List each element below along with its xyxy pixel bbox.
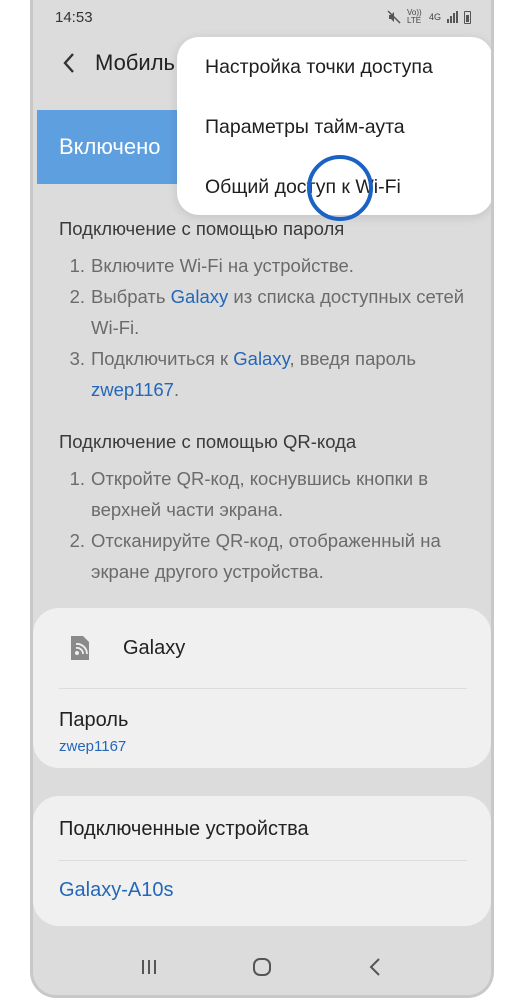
qr-steps: 1. Откройте QR-код, коснувшись кнопки в …: [59, 463, 479, 587]
password-value: zwep1167: [59, 738, 127, 755]
back-arrow-icon[interactable]: [49, 43, 89, 83]
menu-item-wifi-sharing[interactable]: Общий доступ к Wi-Fi: [177, 157, 491, 215]
password-link: zwep1167: [91, 379, 174, 400]
password-section-heading: Подключение с помощью пароля: [59, 218, 345, 239]
step-text-part: Выбрать: [91, 286, 171, 307]
step-text-part: Подключиться к: [91, 348, 234, 369]
password-steps: 1. Включите Wi-Fi на устройстве. 2. Выбр…: [59, 250, 479, 405]
overflow-menu: Настройка точки доступа Параметры тайм-а…: [177, 37, 491, 215]
hotspot-name-row[interactable]: Galaxy: [33, 608, 491, 688]
network-label: 4G: [428, 12, 441, 22]
mute-icon: [387, 10, 401, 24]
step-text: Отсканируйте QR-код, отображенный на экр…: [91, 530, 441, 582]
step-text: Включите Wi-Fi на устройстве.: [91, 255, 354, 276]
mobile-hotspot-icon: [71, 636, 89, 660]
instructions: Подключение с помощью пароля 1. Включите…: [59, 218, 479, 587]
page-title: Мобиль: [95, 50, 175, 75]
step-number: 2.: [69, 530, 85, 551]
network-name-link: Galaxy: [233, 348, 290, 369]
toggle-label: Включено: [59, 134, 161, 159]
home-icon[interactable]: [242, 947, 282, 987]
step-text: Откройте QR-код, коснувшись кнопки в вер…: [91, 468, 429, 520]
list-item: 3. Подключиться к Galaxy, введя пароль z…: [59, 343, 479, 405]
status-time: 14:53: [55, 8, 93, 26]
recent-apps-icon[interactable]: [129, 947, 169, 987]
status-bar: 14:53 Vo)) LTE 4G: [33, 0, 491, 34]
password-label: Пароль: [59, 709, 129, 731]
step-number: 1.: [69, 468, 85, 489]
step-number: 2.: [69, 286, 85, 307]
connected-device-item[interactable]: Galaxy-A10s: [33, 861, 491, 902]
connected-devices-heading: Подключенные устройства: [59, 818, 309, 840]
network-name-link: Galaxy: [170, 286, 229, 307]
step-text: Подключиться к Galaxy, введя пароль zwep…: [91, 343, 479, 405]
step-number: 3.: [69, 348, 85, 369]
qr-section-heading: Подключение с помощью QR-кода: [59, 431, 357, 452]
status-icons: Vo)) LTE 4G: [387, 9, 471, 25]
list-item: 2. Выбрать Galaxy из списка доступных се…: [59, 281, 479, 343]
step-text: Выбрать Galaxy из списка доступных сетей…: [91, 281, 479, 343]
step-text-part: .: [173, 379, 180, 400]
back-nav-icon[interactable]: [355, 947, 395, 987]
step-number: 1.: [69, 255, 85, 276]
signal-icon: [447, 11, 458, 23]
phone-screen: 14:53 Vo)) LTE 4G Мобиль Включено Подклю…: [30, 0, 494, 998]
list-item: 2. Отсканируйте QR-код, отображенный на …: [59, 525, 479, 587]
menu-item-hotspot-setup[interactable]: Настройка точки доступа: [177, 37, 491, 97]
hotspot-name: Galaxy: [123, 636, 186, 659]
connected-devices-card: Подключенные устройства Galaxy-A10s: [33, 796, 491, 926]
navigation-bar: [33, 939, 491, 995]
battery-icon: [464, 10, 471, 24]
step-text-part: , введя пароль: [289, 348, 416, 369]
volte-label: Vo)) LTE: [406, 8, 422, 25]
password-row[interactable]: Пароль zwep1167: [33, 689, 491, 755]
menu-item-timeout-settings[interactable]: Параметры тайм-аута: [177, 97, 491, 157]
hotspot-info-card: Galaxy Пароль zwep1167: [33, 608, 491, 768]
list-item: 1. Включите Wi-Fi на устройстве.: [59, 250, 479, 281]
list-item: 1. Откройте QR-код, коснувшись кнопки в …: [59, 463, 479, 525]
